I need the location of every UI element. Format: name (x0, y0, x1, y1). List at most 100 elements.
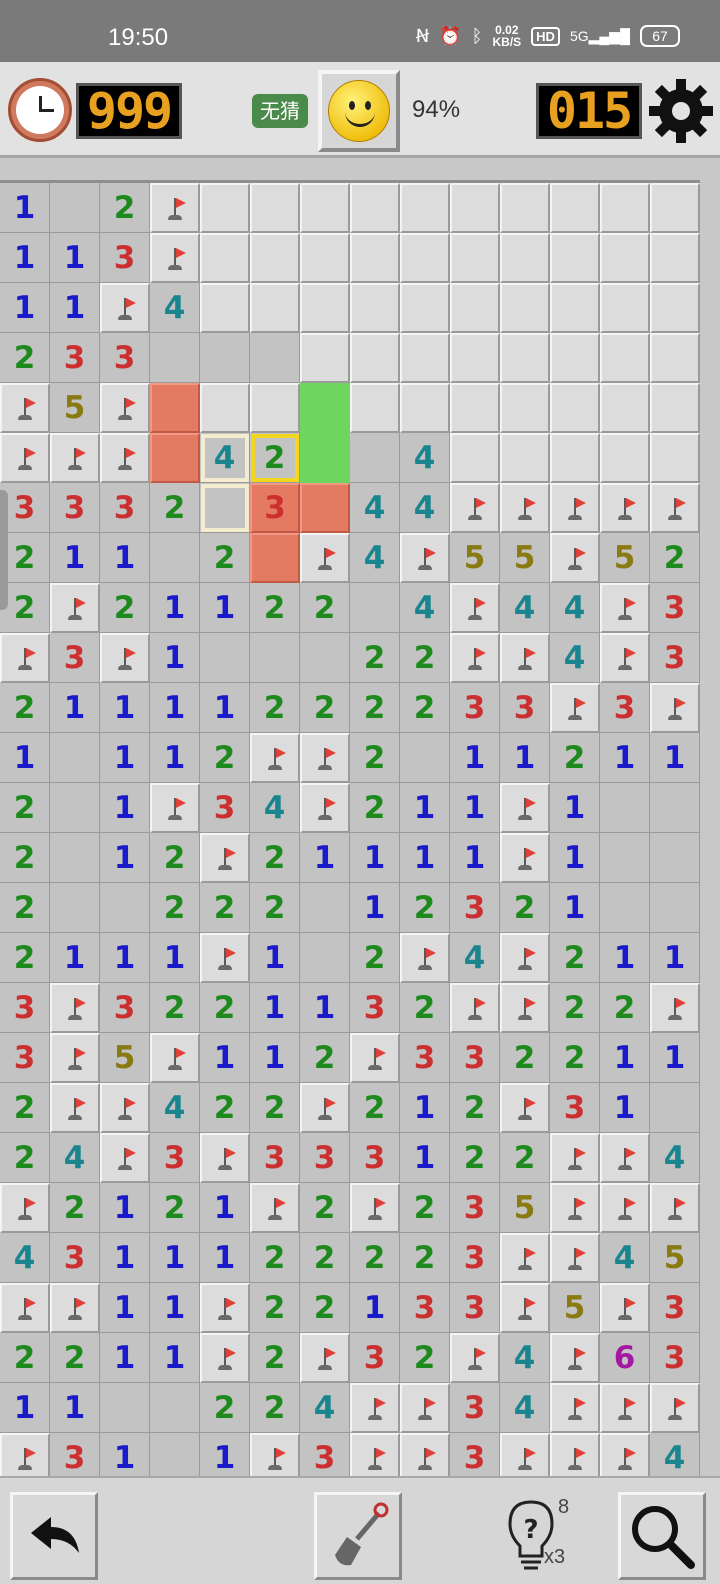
empty-cell[interactable] (50, 833, 100, 883)
flagged-cell[interactable] (50, 983, 100, 1033)
number-cell[interactable]: 2 (250, 883, 300, 933)
empty-cell[interactable] (150, 1383, 200, 1433)
number-cell[interactable]: 1 (100, 783, 150, 833)
number-cell[interactable]: 2 (350, 683, 400, 733)
number-cell[interactable]: 3 (0, 1033, 50, 1083)
number-cell[interactable]: 2 (300, 683, 350, 733)
number-cell[interactable]: 4 (400, 583, 450, 633)
unopened-cell[interactable] (600, 183, 650, 233)
flagged-cell[interactable] (200, 1133, 250, 1183)
flagged-cell[interactable] (600, 1183, 650, 1233)
empty-cell[interactable] (600, 833, 650, 883)
number-cell[interactable]: 3 (200, 783, 250, 833)
number-cell[interactable]: 1 (150, 933, 200, 983)
number-cell[interactable]: 3 (250, 1133, 300, 1183)
unopened-cell[interactable] (550, 233, 600, 283)
unopened-cell[interactable] (350, 233, 400, 283)
empty-cell[interactable] (650, 883, 700, 933)
unopened-cell[interactable] (450, 233, 500, 283)
flagged-cell[interactable] (150, 233, 200, 283)
safe-cell[interactable] (300, 433, 350, 483)
flagged-cell[interactable] (400, 933, 450, 983)
flagged-cell[interactable] (50, 433, 100, 483)
flagged-cell[interactable] (550, 1133, 600, 1183)
number-cell[interactable]: 3 (100, 333, 150, 383)
number-cell[interactable]: 2 (200, 883, 250, 933)
danger-cell[interactable] (150, 383, 200, 433)
number-cell[interactable]: 2 (150, 983, 200, 1033)
number-cell[interactable]: 2 (200, 533, 250, 583)
new-game-smiley-button[interactable] (318, 70, 400, 152)
danger-cell[interactable] (150, 433, 200, 483)
number-cell[interactable]: 2 (250, 433, 300, 483)
unopened-cell[interactable] (450, 333, 500, 383)
unopened-cell[interactable] (250, 383, 300, 433)
number-cell[interactable]: 3 (250, 483, 300, 533)
number-cell[interactable]: 1 (100, 533, 150, 583)
number-cell[interactable]: 2 (200, 983, 250, 1033)
empty-cell[interactable] (250, 633, 300, 683)
number-cell[interactable]: 1 (50, 533, 100, 583)
number-cell[interactable]: 3 (450, 1183, 500, 1233)
number-cell[interactable]: 1 (650, 1033, 700, 1083)
number-cell[interactable]: 1 (500, 733, 550, 783)
number-cell[interactable]: 1 (150, 1283, 200, 1333)
unopened-cell[interactable] (200, 283, 250, 333)
flagged-cell[interactable] (0, 383, 50, 433)
unopened-cell[interactable] (250, 283, 300, 333)
unopened-cell[interactable] (400, 333, 450, 383)
number-cell[interactable]: 2 (550, 733, 600, 783)
number-cell[interactable]: 2 (0, 933, 50, 983)
number-cell[interactable]: 3 (50, 1233, 100, 1283)
number-cell[interactable]: 3 (650, 633, 700, 683)
flagged-cell[interactable] (450, 1333, 500, 1383)
empty-cell[interactable] (350, 583, 400, 633)
number-cell[interactable]: 1 (0, 733, 50, 783)
number-cell[interactable]: 3 (300, 1133, 350, 1183)
unopened-cell[interactable] (250, 183, 300, 233)
unopened-cell[interactable] (350, 333, 400, 383)
number-cell[interactable]: 2 (0, 1133, 50, 1183)
number-cell[interactable]: 2 (150, 1183, 200, 1233)
empty-cell[interactable] (650, 1083, 700, 1133)
flagged-cell[interactable] (500, 633, 550, 683)
number-cell[interactable]: 3 (350, 1133, 400, 1183)
unopened-cell[interactable] (200, 183, 250, 233)
flagged-cell[interactable] (350, 1383, 400, 1433)
unopened-cell[interactable] (650, 433, 700, 483)
unopened-cell[interactable] (200, 383, 250, 433)
flagged-cell[interactable] (200, 1283, 250, 1333)
number-cell[interactable]: 2 (250, 1233, 300, 1283)
flagged-cell[interactable] (450, 983, 500, 1033)
number-cell[interactable]: 2 (300, 1183, 350, 1233)
gear-icon[interactable] (648, 78, 714, 144)
number-cell[interactable]: 4 (500, 1383, 550, 1433)
flagged-cell[interactable] (550, 1233, 600, 1283)
number-cell[interactable]: 1 (200, 583, 250, 633)
flagged-cell[interactable] (350, 1183, 400, 1233)
side-drawer-handle[interactable] (0, 490, 8, 610)
number-cell[interactable]: 2 (250, 683, 300, 733)
unopened-cell[interactable] (600, 233, 650, 283)
empty-cell[interactable] (150, 533, 200, 583)
number-cell[interactable]: 1 (400, 1133, 450, 1183)
unopened-cell[interactable] (650, 283, 700, 333)
unopened-cell[interactable] (250, 233, 300, 283)
number-cell[interactable]: 1 (0, 283, 50, 333)
flagged-cell[interactable] (550, 533, 600, 583)
flagged-cell[interactable] (300, 1083, 350, 1133)
number-cell[interactable]: 1 (100, 683, 150, 733)
unopened-cell[interactable] (600, 383, 650, 433)
empty-cell[interactable] (100, 883, 150, 933)
number-cell[interactable]: 1 (0, 1383, 50, 1433)
number-cell[interactable]: 1 (50, 933, 100, 983)
number-cell[interactable]: 1 (550, 783, 600, 833)
number-cell[interactable]: 3 (450, 1383, 500, 1433)
number-cell[interactable]: 1 (100, 1333, 150, 1383)
number-cell[interactable]: 1 (200, 1033, 250, 1083)
number-cell[interactable]: 1 (650, 733, 700, 783)
unopened-cell[interactable] (350, 283, 400, 333)
flagged-cell[interactable] (200, 833, 250, 883)
number-cell[interactable]: 1 (150, 633, 200, 683)
number-cell[interactable]: 2 (250, 1083, 300, 1133)
